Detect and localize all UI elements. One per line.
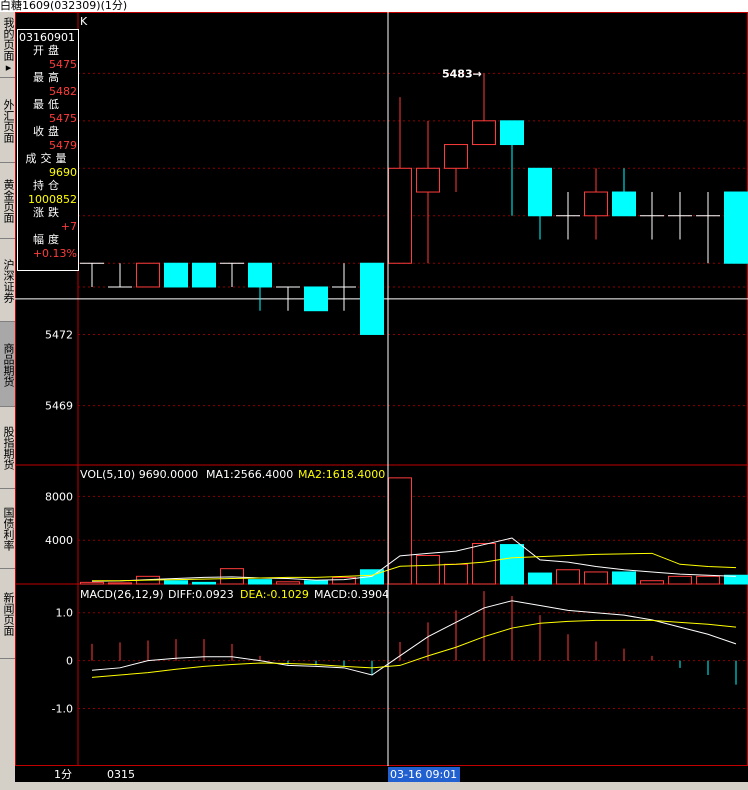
info-value: 5475 [49, 58, 77, 71]
y-tick-label: 5472 [45, 328, 73, 341]
info-label: 涨跌 [33, 206, 63, 219]
info-value: +7 [60, 220, 77, 233]
y-tick-label: 8000 [45, 490, 73, 503]
bottom-scrollbar[interactable] [0, 782, 748, 790]
vol-ma2-label: MA2:1618.4000 [298, 468, 385, 481]
volume-bar [192, 581, 216, 585]
macd-diff-label: DIFF:0.0923 [168, 588, 234, 601]
info-label: 最低 [33, 98, 63, 111]
volume-bar [276, 581, 300, 585]
info-panel: 03160901 开盘 5475 最高 5482 最低 5475 收盘 5479 成交量 9690… [17, 29, 79, 271]
candle-body [388, 167, 412, 264]
candle-body [724, 191, 748, 264]
info-value: 5479 [49, 139, 77, 152]
vol-ma1-label: MA1:2566.4000 [206, 468, 293, 481]
volume-bar [640, 580, 664, 585]
volume-bar [388, 477, 412, 585]
info-value: 9690 [49, 166, 77, 179]
y-tick-label: 1.0 [56, 607, 74, 620]
volume-bar [416, 555, 440, 585]
volume-bar [500, 544, 524, 585]
macd-dea-line [91, 619, 737, 678]
volume-bar [556, 569, 580, 585]
candle-body [164, 262, 188, 288]
macd-dea-label: DEA:-0.1029 [240, 588, 309, 601]
candle-body [136, 262, 160, 288]
volume-bar [164, 580, 188, 585]
info-label: 幅度 [33, 233, 63, 246]
chart-area[interactable]: 5472 5469 K 5483→ 8000 4000 VOL(5,10) 9690.000… [0, 0, 748, 790]
volume-bar [108, 582, 132, 585]
candle-body [500, 120, 524, 146]
info-value: 5475 [49, 112, 77, 125]
info-label: 持仓 [33, 179, 63, 192]
info-value: 1000852 [28, 193, 77, 206]
vol-title: VOL(5,10) 9690.0000 [80, 468, 198, 481]
x-date-label: 0315 [107, 768, 135, 781]
volume-bar [696, 575, 720, 585]
volume-bar [220, 568, 244, 585]
y-tick-label: 4000 [45, 534, 73, 547]
info-label: 收盘 [33, 125, 63, 138]
candle-body [416, 167, 440, 193]
info-label: 成交量 [25, 152, 71, 165]
volume-bar [304, 580, 328, 585]
chart-frame [15, 12, 748, 766]
macd-value-label: MACD:0.3904 [314, 588, 389, 601]
info-value: +0.13% [32, 247, 77, 260]
candle-body [472, 120, 496, 146]
candle-body [192, 262, 216, 288]
cursor-time-label: 03-16 09:01 [390, 768, 457, 781]
volume-bar [528, 572, 552, 585]
y-tick-label: 0 [66, 655, 73, 668]
info-value: 5482 [49, 85, 77, 98]
panel-label: K [80, 15, 88, 28]
volume-bar [724, 574, 748, 585]
volume-bar [248, 579, 272, 585]
volume-bar [584, 571, 608, 585]
y-tick-label: -1.0 [52, 703, 73, 716]
candle-body [528, 167, 552, 217]
info-time: 03160901 [19, 31, 75, 44]
candle-body [444, 144, 468, 169]
macd-title: MACD(26,12,9) [80, 588, 164, 601]
candle-body [248, 262, 272, 288]
candle-body [360, 262, 384, 335]
vol-ma2-line [92, 552, 737, 582]
info-label: 最高 [33, 71, 63, 84]
volume-bar [668, 575, 692, 585]
vol-ma1-line [91, 537, 737, 582]
period-label: 1分 [54, 768, 72, 781]
info-label: 开盘 [33, 44, 63, 57]
volume-bar [80, 581, 104, 585]
volume-bar [612, 571, 636, 585]
candle-body [304, 286, 328, 312]
macd-diff-line [91, 600, 737, 676]
candle-body [584, 191, 608, 217]
candle-body [612, 191, 636, 217]
volume-bar [444, 563, 468, 585]
max-price-annotation: 5483→ [442, 67, 482, 80]
y-tick-label: 5469 [45, 400, 73, 413]
volume-bar [472, 542, 496, 585]
